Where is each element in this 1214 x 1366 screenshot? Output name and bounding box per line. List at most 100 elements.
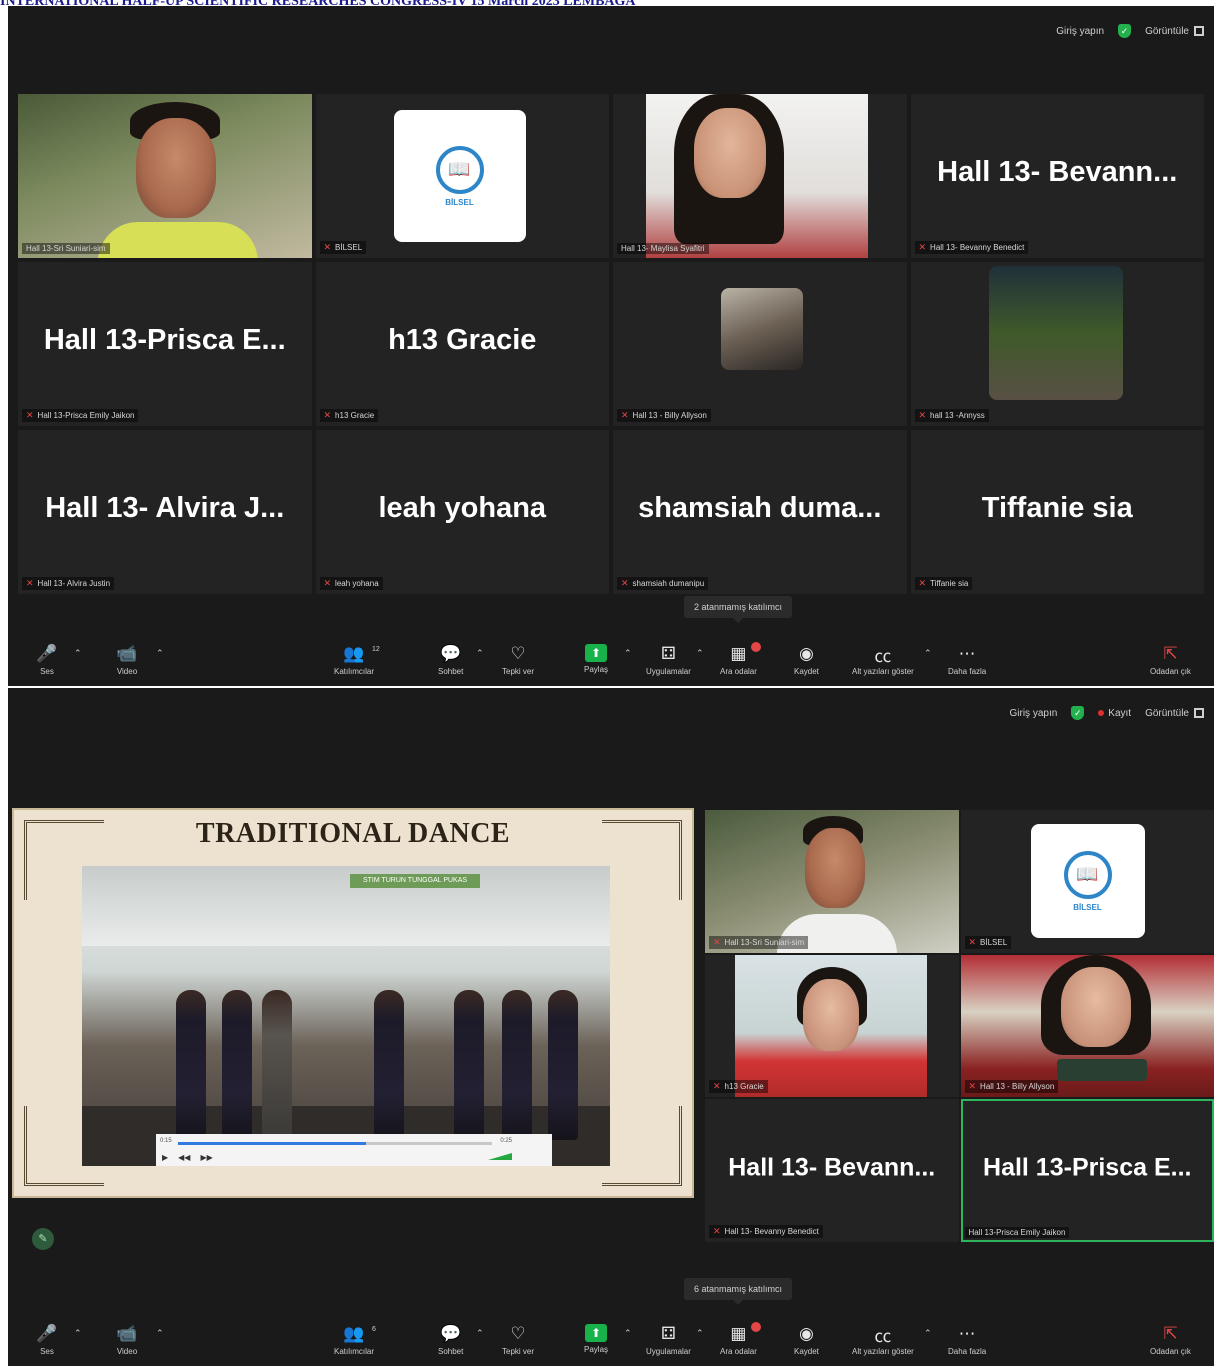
video-button[interactable]: 📹 Video xyxy=(116,644,138,676)
mic-muted-icon: ✕ xyxy=(26,578,34,588)
chevron-up-icon[interactable]: ⌃ xyxy=(696,1328,704,1339)
participant-tile[interactable]: 📖 BİLSEL ✕ BİLSEL xyxy=(315,94,609,258)
mute-button[interactable]: 🎤 Ses xyxy=(36,1324,58,1356)
participant-display-name: leah yohana xyxy=(378,492,547,525)
shared-screen[interactable]: TRADITIONAL DANCE STIM TURUN TUNGGAL PUK… xyxy=(12,808,694,1198)
chevron-up-icon[interactable]: ⌃ xyxy=(74,1328,82,1339)
volume-icon[interactable] xyxy=(488,1153,512,1160)
book-globe-icon: 📖 xyxy=(435,145,484,194)
apps-button[interactable]: ⚃ Uygulamalar xyxy=(646,1324,691,1356)
participant-video xyxy=(646,94,868,258)
chat-button[interactable]: 💬 Sohbet xyxy=(438,1324,463,1356)
dance-video[interactable]: STIM TURUN TUNGGAL PUKAS 0:15 0:25 ▶ ◀◀ ▶▶ xyxy=(82,866,610,1166)
view-button[interactable]: Görüntüle xyxy=(1145,26,1204,37)
share-arrow-icon: ⬆ xyxy=(585,644,607,662)
participant-tile[interactable]: Hall 13- Bevann... ✕ Hall 13- Bevanny Ben… xyxy=(910,94,1204,258)
participant-tile[interactable]: ✕ hall 13 -Annyss xyxy=(910,262,1204,426)
participants-button[interactable]: 👥 Katılımcılar 12 xyxy=(334,644,380,676)
participants-count: 12 xyxy=(372,646,380,653)
chevron-up-icon[interactable]: ⌃ xyxy=(624,1328,632,1339)
react-button[interactable]: ♡ Tepki ver xyxy=(502,1324,534,1356)
react-button[interactable]: ♡ Tepki ver xyxy=(502,644,534,676)
mic-muted-icon: ✕ xyxy=(621,410,629,420)
chevron-up-icon[interactable]: ⌃ xyxy=(696,648,704,659)
mic-muted-icon: ✕ xyxy=(713,1226,721,1236)
participant-display-name: Tiffanie sia xyxy=(981,492,1133,525)
participant-tile[interactable]: Hall 13- Alvira J... ✕ Hall 13- Alvira Ju… xyxy=(18,430,312,594)
chevron-up-icon[interactable]: ⌃ xyxy=(624,648,632,659)
participant-tile[interactable]: Hall 13-Prisca E... Hall 13-Prisca Emily… xyxy=(960,1099,1214,1242)
participant-tile[interactable]: h13 Gracie ✕ h13 Gracie xyxy=(315,262,609,426)
breakout-rooms-button[interactable]: ▦ Ara odalar xyxy=(720,642,761,676)
grid-view-icon xyxy=(1194,26,1204,36)
participant-tile[interactable]: Hall 13-Prisca E... ✕ Hall 13-Prisca Emil… xyxy=(18,262,312,426)
participant-tile[interactable]: shamsiah duma... ✕ shamsiah dumanipu xyxy=(613,430,907,594)
apps-button[interactable]: ⚃ Uygulamalar xyxy=(646,644,691,676)
participant-video xyxy=(960,954,1214,1098)
participant-name-label: Hall 13-Sri Suniari-sim xyxy=(22,243,110,254)
record-button[interactable]: ◉ Kaydet xyxy=(794,1324,819,1356)
breakout-rooms-button[interactable]: ▦ Ara odalar xyxy=(720,1322,761,1356)
mic-muted-icon: ✕ xyxy=(713,936,721,947)
breakout-rooms-icon: ▦ xyxy=(730,1324,747,1343)
participants-button[interactable]: 👥 Katılımcılar 6 xyxy=(334,1324,376,1356)
chevron-up-icon[interactable]: ⌃ xyxy=(924,648,932,659)
chevron-up-icon[interactable]: ⌃ xyxy=(156,1328,164,1339)
ornament-corner xyxy=(602,1106,682,1186)
chevron-up-icon[interactable]: ⌃ xyxy=(156,648,164,659)
login-link[interactable]: Giriş yapın xyxy=(1009,708,1057,719)
mic-muted-icon: ✕ xyxy=(26,410,34,420)
share-screen-button[interactable]: ⬆ Paylaş xyxy=(584,1324,608,1354)
encryption-shield-icon[interactable]: ✓ xyxy=(1071,706,1085,720)
participant-name-label: ✕ Hall 13- Bevanny Benedict xyxy=(709,1225,823,1238)
mic-muted-icon: ✕ xyxy=(621,578,629,588)
participant-name-label: Hall 13-Prisca Emily Jaikon xyxy=(964,1227,1070,1238)
participant-tile[interactable]: ✕ h13 Gracie xyxy=(705,954,959,1098)
more-button[interactable]: ⋯ Daha fazla xyxy=(948,1324,986,1356)
participant-display-name: Hall 13- Bevann... xyxy=(728,1153,936,1182)
chevron-up-icon[interactable]: ⌃ xyxy=(476,648,484,659)
view-button[interactable]: Görüntüle xyxy=(1145,708,1204,719)
unassigned-participants-popover[interactable]: 2 atanmamış katılımcı xyxy=(684,596,793,623)
participant-name-label: ✕ h13 Gracie xyxy=(319,409,379,422)
participant-name-label: ✕ Hall 13- Alvira Justin xyxy=(22,577,115,590)
mic-muted-icon: 🎤 xyxy=(36,644,58,663)
annotate-pencil-icon[interactable]: ✎ xyxy=(32,1228,54,1250)
participant-name-label: ✕ Hall 13 - Billy Allyson xyxy=(964,1080,1059,1094)
chevron-up-icon[interactable]: ⌃ xyxy=(924,1328,932,1339)
participant-tile[interactable]: ✕ Hall 13 - Billy Allyson xyxy=(613,262,907,426)
video-player-controls[interactable]: 0:15 0:25 ▶ ◀◀ ▶▶ xyxy=(156,1134,552,1166)
login-link[interactable]: Giriş yapın xyxy=(1056,26,1104,37)
video-button[interactable]: 📹 Video xyxy=(116,1324,138,1356)
captions-button[interactable]: ㏄ Alt yazıları göster xyxy=(852,1324,914,1357)
leave-room-button[interactable]: ⇱ Odadan çık xyxy=(1150,1324,1191,1356)
captions-button[interactable]: ㏄ Alt yazıları göster xyxy=(852,644,914,677)
participant-name-label: ✕ BİLSEL xyxy=(319,241,367,254)
participant-tile[interactable]: Hall 13-Sri Suniari-sim xyxy=(18,94,312,258)
view-label: Görüntüle xyxy=(1145,25,1189,37)
record-button[interactable]: ◉ Kaydet xyxy=(794,644,819,676)
share-screen-button[interactable]: ⬆ Paylaş xyxy=(584,644,608,674)
mute-button[interactable]: 🎤 Ses xyxy=(36,644,58,676)
chevron-up-icon[interactable]: ⌃ xyxy=(476,1328,484,1339)
chat-button[interactable]: 💬 Sohbet xyxy=(438,644,463,676)
video-progress-bar[interactable] xyxy=(178,1142,492,1145)
more-button[interactable]: ⋯ Daha fazla xyxy=(948,644,986,676)
chevron-up-icon[interactable]: ⌃ xyxy=(74,648,82,659)
participant-tile[interactable]: 📖 BİLSEL ✕ BİLSEL xyxy=(960,810,1214,953)
participant-tile[interactable]: ✕ Hall 13 - Billy Allyson xyxy=(960,954,1214,1098)
encryption-shield-icon[interactable]: ✓ xyxy=(1118,24,1132,38)
participant-name-label: ✕ h13 Gracie xyxy=(709,1080,768,1094)
participant-tile[interactable]: Hall 13- Bevann... ✕ Hall 13- Bevanny Ben… xyxy=(705,1099,959,1242)
meeting-topbar: Giriş yapın ✓ Görüntüle xyxy=(1056,20,1204,42)
leave-room-button[interactable]: ⇱ Odadan çık xyxy=(1150,644,1191,676)
participant-tile[interactable]: Tiffanie sia ✕ Tiffanie sia xyxy=(910,430,1204,594)
participant-tile[interactable]: leah yohana ✕ leah yohana xyxy=(315,430,609,594)
participant-tile[interactable]: ✕ Hall 13-Sri Suniari-sim xyxy=(705,810,959,953)
recording-indicator[interactable]: Kayıt xyxy=(1098,708,1131,719)
unassigned-participants-popover[interactable]: 6 atanmamış katılımcı xyxy=(684,1278,793,1305)
participant-name-label: Hall 13- Maylisa Syafitri xyxy=(617,243,709,254)
participant-tile[interactable]: Hall 13- Maylisa Syafitri xyxy=(613,94,907,258)
participant-name-label: ✕ BİLSEL xyxy=(964,935,1012,949)
participant-name-label: ✕ hall 13 -Annyss xyxy=(914,409,989,422)
